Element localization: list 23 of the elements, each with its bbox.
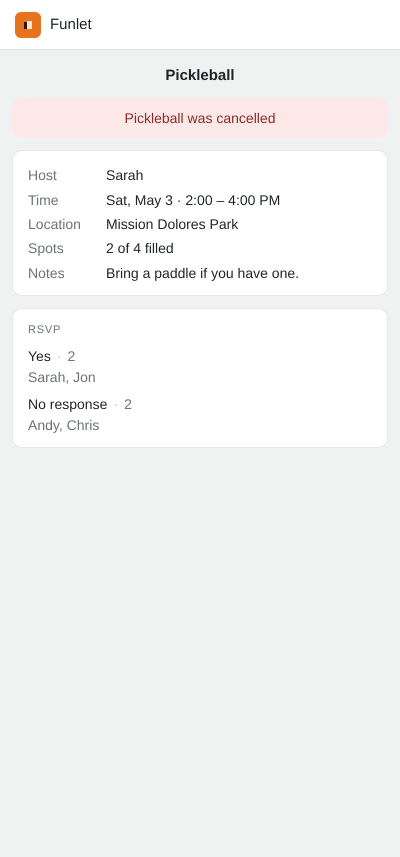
separator-dot: · (56, 348, 62, 364)
detail-value: Mission Dolores Park (106, 216, 238, 232)
response-count: 2 (68, 348, 76, 364)
section-heading: RSVP (28, 324, 62, 336)
attendee-names: Sarah, Jon (28, 368, 97, 385)
detail-label: Notes (28, 264, 66, 281)
detail-label: Time (28, 192, 60, 208)
detail-value: Bring a paddle if you have one. (106, 264, 300, 281)
response-label: Yes (28, 348, 51, 364)
detail-value: Sat, May 3 · 2:00 – 4:00 PM (106, 192, 280, 208)
app-logo-icon (15, 12, 41, 38)
separator-dot: · (113, 396, 118, 412)
page-title: Pickleball (164, 66, 236, 86)
detail-value: Sarah (106, 167, 144, 184)
detail-label: Spots (28, 240, 65, 256)
response-label: No response (28, 396, 108, 412)
app-name: Funlet (50, 16, 92, 33)
detail-value: 2 of 4 filled (106, 240, 174, 256)
detail-label: Location (28, 216, 82, 232)
response-count: 2 (124, 396, 132, 412)
detail-label: Host (28, 167, 58, 184)
attendee-names: Andy, Chris (28, 416, 100, 433)
cancelled-banner: Pickleball was cancelled (12, 98, 388, 138)
